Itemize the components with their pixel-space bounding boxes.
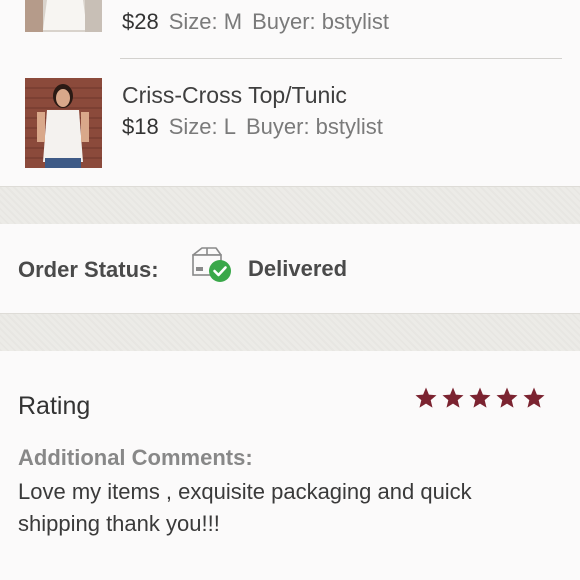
star-icon xyxy=(495,386,519,410)
list-item[interactable]: $28 Size: M Buyer: bstylist xyxy=(0,0,580,58)
order-items-card: $28 Size: M Buyer: bstylist Criss-Cross … xyxy=(0,0,580,186)
item-meta: $28 Size: M Buyer: bstylist xyxy=(122,9,389,35)
order-status-label: Order Status: xyxy=(18,257,159,282)
section-divider xyxy=(0,313,580,352)
item-price: $18 xyxy=(122,114,159,139)
list-item[interactable]: Criss-Cross Top/Tunic $18 Size: L Buyer: b… xyxy=(0,59,580,186)
item-size: Size: M xyxy=(168,9,243,34)
item-price: $28 xyxy=(122,9,159,34)
item-buyer: Buyer: bstylist xyxy=(245,114,383,139)
star-icon xyxy=(441,386,465,410)
item-title[interactable]: Criss-Cross Top/Tunic xyxy=(122,82,347,109)
rating-stars xyxy=(414,386,549,414)
package-delivered-icon xyxy=(190,246,234,284)
item-thumbnail[interactable] xyxy=(25,0,102,32)
item-meta: $18 Size: L Buyer: bstylist xyxy=(122,114,383,140)
comments-label: Additional Comments: xyxy=(18,445,253,470)
item-size: Size: L xyxy=(168,114,236,139)
item-thumbnail[interactable] xyxy=(25,78,102,168)
star-icon xyxy=(414,386,438,410)
rating-label: Rating xyxy=(18,392,91,420)
star-icon xyxy=(522,386,546,410)
section-divider xyxy=(0,186,580,225)
comments-text: Love my items , exquisite packaging and … xyxy=(18,479,472,536)
star-icon xyxy=(468,386,492,410)
item-buyer: Buyer: bstylist xyxy=(252,9,390,34)
order-status-value: Delivered xyxy=(248,256,348,281)
